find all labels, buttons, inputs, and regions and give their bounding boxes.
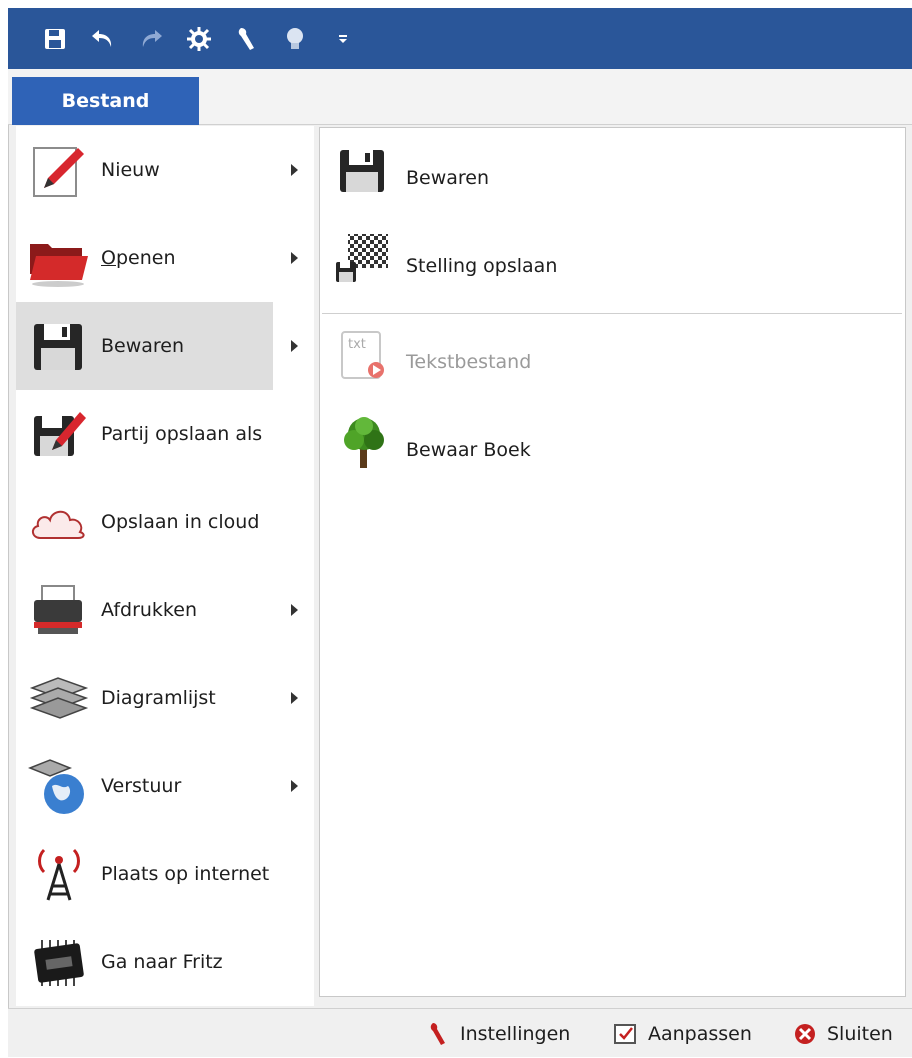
settings-button[interactable]: Instellingen [428, 1009, 570, 1058]
customize-icon [614, 1023, 636, 1044]
menu-item-label: Plaats op internet [101, 863, 270, 885]
menu-item-plaats-op-internet[interactable]: Plaats op internet [16, 830, 314, 918]
access-key: O [101, 247, 116, 269]
menu-item-nieuw[interactable]: Nieuw [16, 126, 314, 214]
submenu-item-label: Bewaren [406, 167, 490, 189]
close-label: Sluiten [827, 1022, 893, 1045]
customize-arrow-icon[interactable] [326, 22, 360, 56]
menu-item-label: Partij opslaan als [101, 423, 263, 445]
submenu-item-bewaren[interactable]: Bewaren [330, 128, 890, 216]
folder-open-icon [28, 228, 90, 290]
submenu-arrow-icon [291, 340, 298, 352]
submenu-item-label: Stelling opslaan [406, 255, 558, 277]
menu-item-partij-opslaan-als[interactable]: Partij opslaan als [16, 390, 314, 478]
tree-icon [334, 412, 394, 472]
redo-icon[interactable] [134, 22, 168, 56]
submenu-item-tekstbestand[interactable]: txt Tekstbestand [330, 312, 890, 400]
menu-item-diagramlijst[interactable]: Diagramlijst [16, 654, 314, 742]
cloud-icon [28, 492, 90, 554]
submenu-arrow-icon [291, 604, 298, 616]
submenu-arrow-icon [291, 252, 298, 264]
tab-bestand[interactable]: Bestand [12, 77, 199, 125]
text-file-icon: txt [334, 324, 394, 384]
engine-icon[interactable] [182, 22, 216, 56]
menu-item-label-rest: penen [115, 247, 176, 269]
menu-item-ga-naar-fritz[interactable]: Ga naar Fritz [16, 918, 314, 1006]
backstage-footer: Instellingen Aanpassen Sluiten [8, 1008, 912, 1057]
menu-item-label: Bewaren [101, 335, 185, 357]
customize-button[interactable]: Aanpassen [612, 1009, 752, 1058]
hint-bulb-icon[interactable] [278, 22, 312, 56]
printer-icon [28, 580, 90, 642]
submenu-arrow-icon [291, 692, 298, 704]
chip-icon [28, 932, 90, 994]
menu-item-label: Verstuur [101, 775, 182, 797]
save-position-icon [334, 228, 394, 288]
file-menu: Nieuw Openen Bewaren Partij opslaan als … [16, 126, 314, 1006]
menu-item-label: Afdrukken [101, 599, 197, 621]
close-icon [795, 1023, 815, 1044]
save-icon[interactable] [38, 22, 72, 56]
menu-item-label: Ga naar Fritz [101, 951, 223, 973]
floppy-disk-icon [334, 140, 394, 200]
settings-label: Instellingen [460, 1022, 571, 1045]
menu-item-openen[interactable]: Openen [16, 214, 314, 302]
menu-item-afdrukken[interactable]: Afdrukken [16, 566, 314, 654]
text-file-icon-label: txt [348, 337, 366, 352]
close-button[interactable]: Sluiten [793, 1009, 893, 1058]
submenu-item-bewaar-boek[interactable]: Bewaar Boek [330, 400, 890, 488]
submenu-arrow-icon [291, 780, 298, 792]
save-as-icon [28, 404, 90, 466]
submenu-item-label: Tekstbestand [406, 351, 532, 373]
undo-icon[interactable] [86, 22, 120, 56]
menu-item-label: Openen [101, 214, 176, 302]
antenna-icon [28, 844, 90, 906]
menu-item-label: Nieuw [101, 159, 160, 181]
menu-item-label: Opslaan in cloud [101, 511, 260, 533]
ribbon-tab-row: Bestand [8, 69, 912, 125]
menu-item-opslaan-in-cloud[interactable]: Opslaan in cloud [16, 478, 314, 566]
chessboards-icon [28, 668, 90, 730]
submenu-arrow-icon [291, 164, 298, 176]
new-document-icon [28, 140, 90, 202]
wrench-icon[interactable] [230, 22, 264, 56]
save-submenu-panel: Bewaren Stelling opslaan txt Tekstbestan… [319, 127, 906, 997]
floppy-disk-icon [28, 316, 90, 378]
quick-access-toolbar [8, 8, 912, 69]
customize-label: Aanpassen [648, 1022, 752, 1045]
wrench-icon [430, 1022, 445, 1045]
submenu-item-label: Bewaar Boek [406, 439, 531, 461]
menu-item-label: Diagramlijst [101, 687, 216, 709]
globe-icon [27, 756, 90, 818]
menu-item-bewaren[interactable]: Bewaren [16, 302, 314, 390]
menu-item-verstuur[interactable]: Verstuur [16, 742, 314, 830]
submenu-item-stelling-opslaan[interactable]: Stelling opslaan [330, 216, 890, 304]
